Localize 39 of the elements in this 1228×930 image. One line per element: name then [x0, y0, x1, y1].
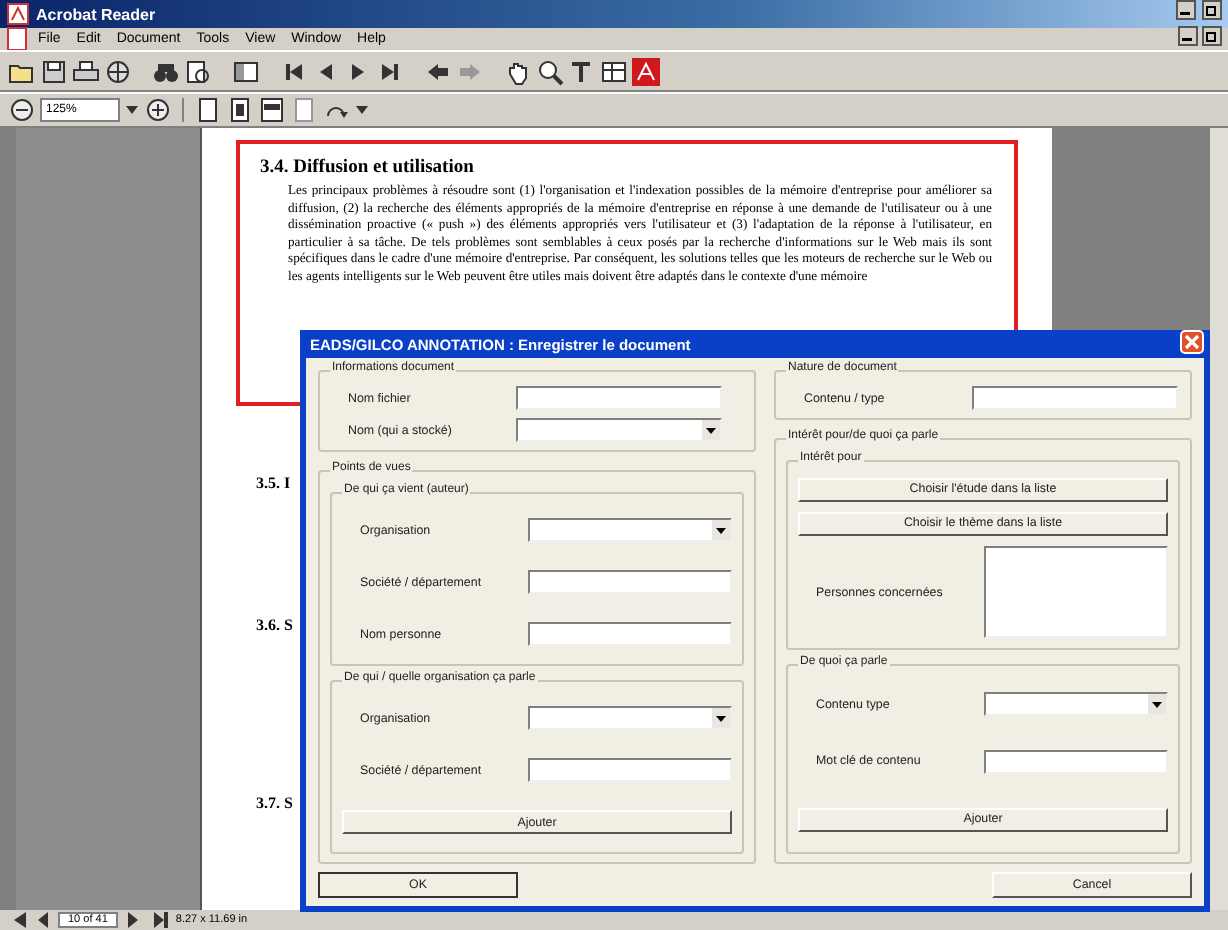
input-field[interactable] [528, 570, 732, 594]
section-heading: 3.7. S [256, 794, 293, 812]
zoom-in-icon[interactable] [144, 96, 172, 124]
section-heading: 3.6. S [256, 616, 293, 634]
input-field[interactable] [516, 386, 722, 410]
app-icon[interactable] [6, 0, 30, 28]
section-heading: 3.5. I [256, 474, 291, 492]
zoom-icon[interactable] [536, 57, 564, 85]
zoom-out-icon[interactable] [8, 96, 36, 124]
list-box[interactable] [984, 546, 1168, 639]
actual-size-icon[interactable] [194, 96, 222, 124]
dropdown-field[interactable] [528, 706, 732, 730]
dropdown-arrow-icon[interactable] [1152, 701, 1162, 708]
dropdown-field[interactable] [528, 518, 732, 542]
dropdown-field[interactable] [516, 418, 722, 442]
last-page-icon[interactable] [149, 906, 170, 930]
fit-page-icon[interactable] [226, 96, 254, 124]
close-icon[interactable] [1180, 330, 1204, 358]
app-logo-icon[interactable] [632, 57, 660, 85]
dropdown-field[interactable] [984, 692, 1168, 717]
dropdown-arrow-icon[interactable] [716, 527, 726, 533]
text-select-icon[interactable] [568, 57, 596, 85]
globe-icon[interactable] [104, 57, 132, 85]
scrollbar[interactable] [1210, 128, 1228, 910]
section-heading: 3.4. Diffusion et utilisation [260, 158, 476, 178]
panel-icon[interactable] [232, 57, 260, 85]
fit-width-icon[interactable] [258, 96, 286, 124]
input-field[interactable] [972, 386, 1178, 410]
window-title: Acrobat Reader [36, 5, 158, 23]
hand-icon[interactable] [504, 57, 532, 85]
input-field[interactable] [528, 758, 732, 782]
dropdown-arrow-icon[interactable] [706, 427, 716, 433]
input-field[interactable] [984, 749, 1168, 774]
search-document-icon[interactable] [184, 57, 212, 85]
input-field[interactable] [528, 622, 732, 646]
document-icon[interactable] [6, 25, 28, 53]
printer-icon[interactable] [72, 57, 100, 85]
table-select-icon[interactable] [600, 57, 628, 85]
dropdown-arrow-icon[interactable] [716, 715, 726, 721]
